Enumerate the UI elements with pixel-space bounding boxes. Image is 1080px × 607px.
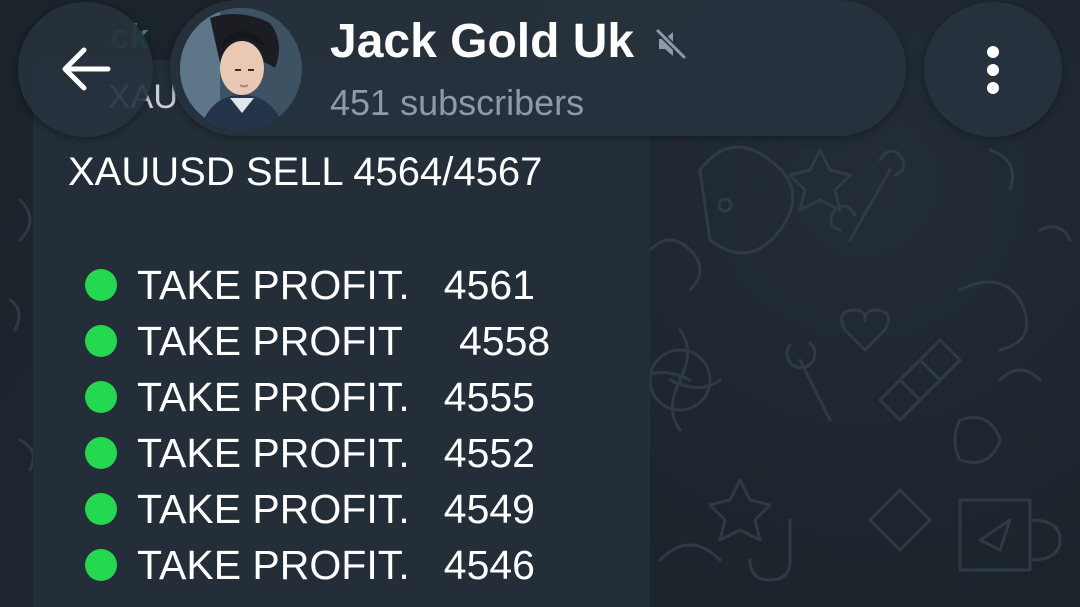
channel-avatar[interactable] xyxy=(180,8,302,130)
arrow-left-icon xyxy=(62,47,111,91)
subscriber-count: 451 subscribers xyxy=(330,82,585,123)
take-profit-label: TAKE PROFIT. 4552 xyxy=(137,429,535,476)
take-profit-label: TAKE PROFIT. 4555 xyxy=(137,373,535,420)
list-item: TAKE PROFIT. 4561 xyxy=(85,257,550,313)
list-item: TAKE PROFIT. 4549 xyxy=(85,481,550,537)
green-circle-icon xyxy=(85,325,117,357)
list-item: TAKE PROFIT. 4555 xyxy=(85,369,550,425)
take-profit-label: TAKE PROFIT 4558 xyxy=(137,317,551,364)
list-item: TAKE PROFIT 4558 xyxy=(85,313,550,369)
take-profit-label: TAKE PROFIT. 4549 xyxy=(137,485,535,532)
take-profit-list: TAKE PROFIT. 4561 TAKE PROFIT 4558 TAKE … xyxy=(85,257,550,593)
chat-screen: ck XAU XAUUSD SELL 4564/4567 TAKE PROFIT… xyxy=(0,0,1080,607)
green-circle-icon xyxy=(85,437,117,469)
channel-name: Jack Gold Uk xyxy=(330,15,635,68)
signal-title: XAUUSD SELL 4564/4567 xyxy=(68,150,543,194)
green-circle-icon xyxy=(85,269,117,301)
take-profit-label: TAKE PROFIT. 4546 xyxy=(137,541,535,588)
list-item: TAKE PROFIT. 4546 xyxy=(85,537,550,593)
green-circle-icon xyxy=(85,549,117,581)
more-vertical-icon xyxy=(987,46,999,58)
avatar-image xyxy=(180,8,302,130)
more-vertical-icon xyxy=(987,64,999,76)
list-item: TAKE PROFIT. 4552 xyxy=(85,425,550,481)
back-button[interactable] xyxy=(18,2,153,137)
muted-speaker-icon xyxy=(655,28,687,60)
green-circle-icon xyxy=(85,493,117,525)
green-circle-icon xyxy=(85,381,117,413)
more-options-button[interactable] xyxy=(924,2,1062,137)
more-vertical-icon xyxy=(987,82,999,94)
take-profit-label: TAKE PROFIT. 4561 xyxy=(137,261,535,308)
